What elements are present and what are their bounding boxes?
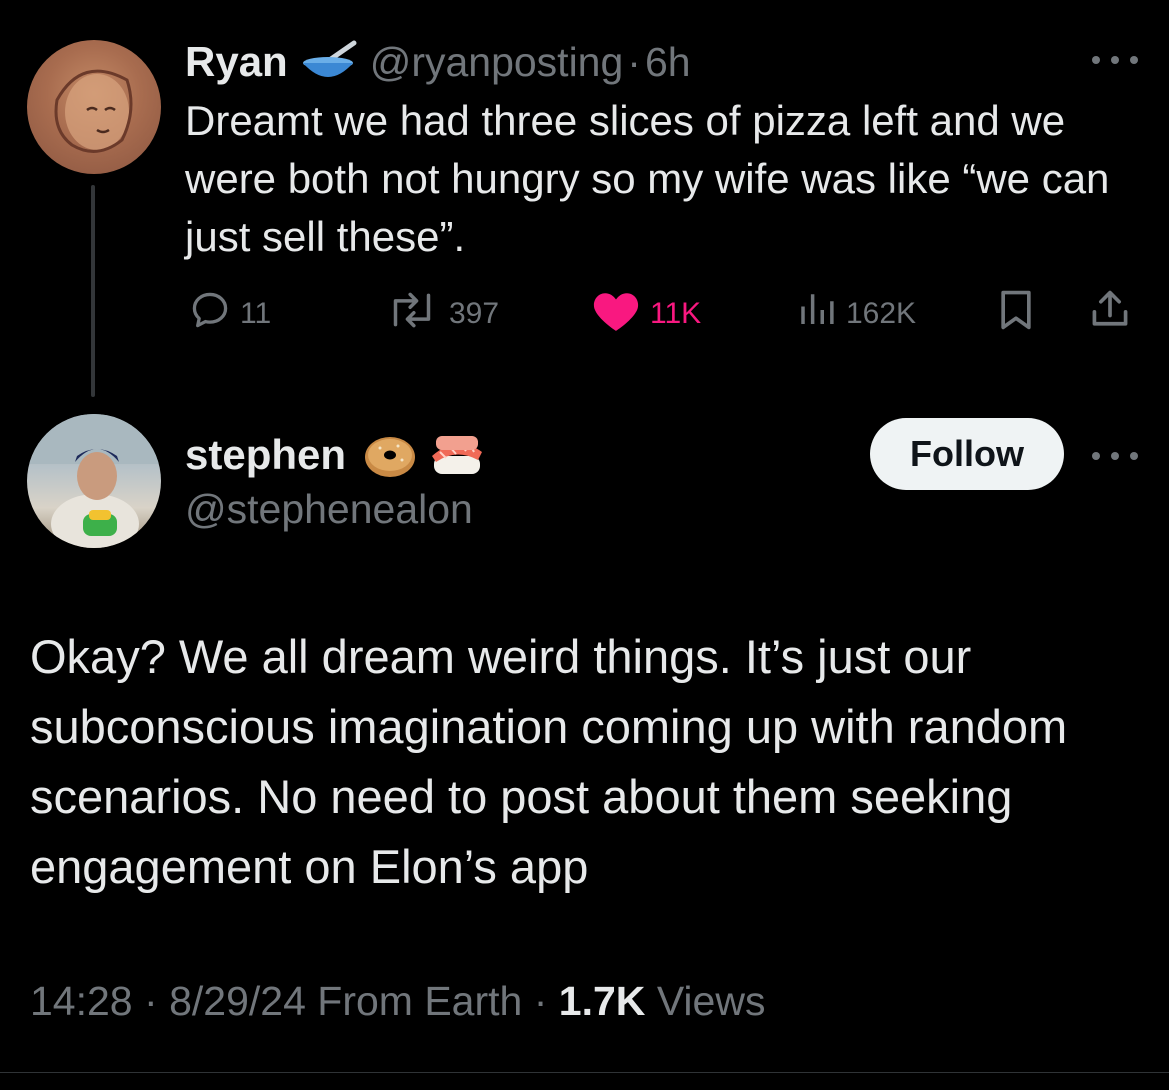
bowl-emoji-icon bbox=[300, 39, 358, 85]
ryan-avatar[interactable] bbox=[27, 40, 161, 174]
views-bars-icon bbox=[796, 288, 838, 340]
like-button[interactable]: 11K bbox=[590, 292, 701, 336]
share-icon bbox=[1088, 288, 1132, 340]
like-count: 11K bbox=[650, 297, 702, 330]
reply-author-row: stephen bbox=[185, 428, 486, 482]
reply-views-label: Views bbox=[656, 978, 766, 1024]
bookmark-button[interactable] bbox=[996, 290, 1036, 336]
reply-time[interactable]: 14:28 bbox=[30, 978, 133, 1024]
reply-metadata: 14:28 · 8/29/24 From Earth · 1.7K Views bbox=[30, 978, 765, 1025]
original-handle[interactable]: @ryanposting bbox=[370, 39, 624, 86]
original-tweet-header: Ryan @ryanposting · 6h bbox=[185, 36, 691, 88]
views-count: 162K bbox=[846, 297, 917, 330]
views-button[interactable]: 162K bbox=[796, 292, 916, 336]
reply-more-options-icon[interactable] bbox=[1092, 444, 1138, 468]
reply-source: From Earth bbox=[317, 978, 523, 1024]
header-separator: · bbox=[627, 38, 641, 85]
retweet-count: 397 bbox=[449, 297, 500, 330]
original-author-name[interactable]: Ryan bbox=[185, 38, 288, 86]
original-tweet-text: Dreamt we had three slices of pizza left… bbox=[185, 97, 1110, 260]
meta-separator: · bbox=[144, 978, 158, 1024]
reply-icon bbox=[188, 288, 232, 340]
reply-views-count: 1.7K bbox=[558, 978, 646, 1024]
share-button[interactable] bbox=[1088, 290, 1132, 336]
more-options-icon[interactable] bbox=[1092, 48, 1138, 72]
follow-button[interactable]: Follow bbox=[870, 418, 1064, 490]
reply-handle[interactable]: @stephenealon bbox=[185, 486, 473, 533]
heart-filled-icon bbox=[590, 287, 642, 341]
stephen-avatar[interactable] bbox=[27, 414, 161, 548]
reply-author-name[interactable]: stephen bbox=[185, 431, 346, 479]
reply-count: 11 bbox=[240, 297, 272, 330]
bagel-emoji-icon bbox=[362, 430, 418, 480]
original-timestamp[interactable]: 6h bbox=[645, 39, 691, 86]
bottom-divider bbox=[0, 1072, 1169, 1073]
thread-connector bbox=[91, 185, 95, 397]
reply-date[interactable]: 8/29/24 bbox=[169, 978, 306, 1024]
retweet-icon bbox=[383, 288, 441, 340]
reply-tweet-text: Okay? We all dream weird things. It’s ju… bbox=[30, 630, 1068, 893]
sushi-emoji-icon bbox=[428, 430, 486, 480]
retweet-button[interactable]: 397 bbox=[383, 292, 499, 336]
meta-separator-2: · bbox=[533, 978, 548, 1024]
reply-button[interactable]: 11 bbox=[188, 292, 271, 336]
bookmark-icon bbox=[996, 288, 1036, 340]
